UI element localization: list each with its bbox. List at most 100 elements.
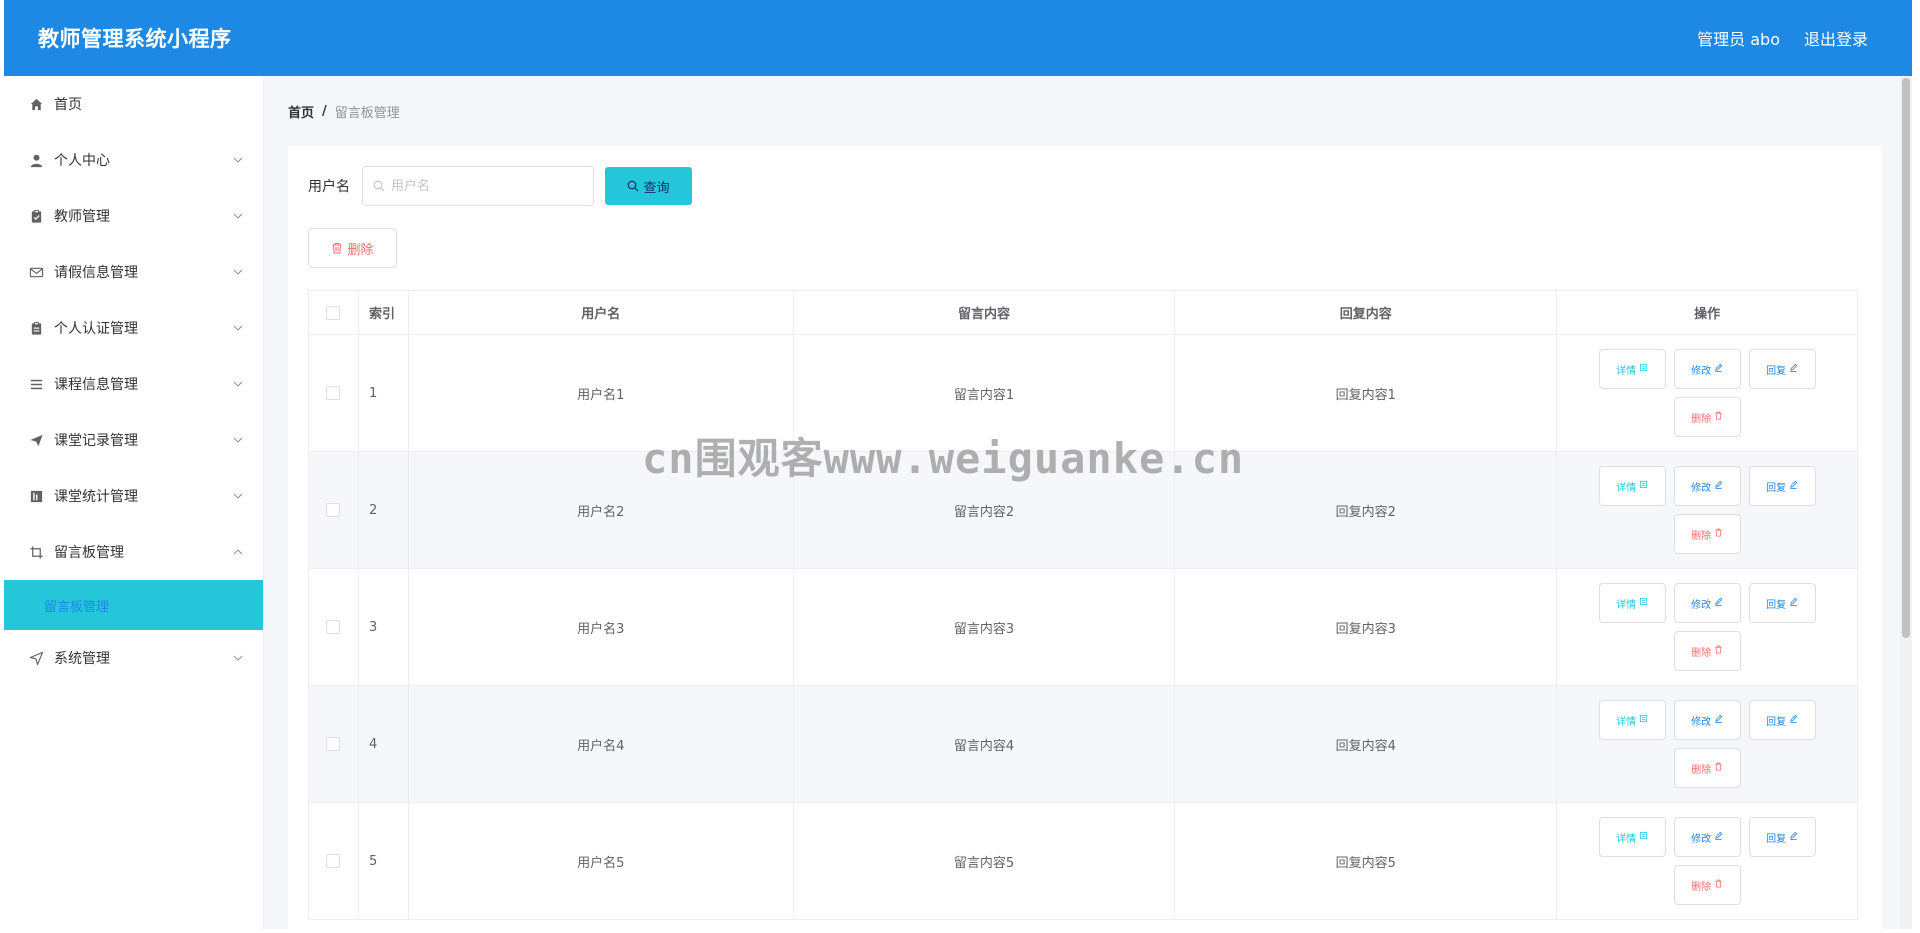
- navigation-icon: [28, 650, 44, 666]
- select-all-checkbox[interactable]: [326, 305, 341, 320]
- id-card-icon: [28, 320, 44, 336]
- crop-icon: [28, 544, 44, 560]
- delete-button[interactable]: 删除: [1673, 748, 1741, 788]
- reply-button[interactable]: 回复: [1748, 349, 1816, 389]
- sidebar: 首页 个人中心 教师管理 请假信息管理 个人认证管理 课程信息管理 课堂记录管理…: [4, 76, 264, 929]
- sidebar-item-leave[interactable]: 请假信息管理: [4, 244, 263, 300]
- message-table: 索引 用户名 留言内容 回复内容 操作 1 用户名1 留言内容1 回复内容1 详情 修改回…: [308, 290, 1858, 920]
- edit-label: 修改: [1691, 599, 1712, 611]
- top-header: 教师管理系统小程序 管理员 abo 退出登录: [4, 0, 1912, 76]
- row-checkbox-cell: [309, 569, 359, 685]
- sidebar-item-label: 个人中心: [54, 153, 110, 169]
- sidebar-item-label: 留言板管理: [54, 545, 124, 561]
- edit-icon: [1789, 480, 1798, 492]
- sidebar-item-certification[interactable]: 个人认证管理: [4, 300, 263, 356]
- detail-button[interactable]: 详情: [1598, 466, 1666, 506]
- reply-label: 回复: [1766, 482, 1787, 494]
- delete-button[interactable]: 删除: [1673, 865, 1741, 905]
- row-actions: 详情 修改 回复删除: [1592, 466, 1822, 554]
- row-actions: 详情 修改 回复 删除: [1592, 817, 1822, 905]
- header-username: 用户名: [409, 291, 794, 334]
- chevron-down-icon: [233, 437, 243, 443]
- mail-icon: [28, 264, 44, 280]
- delete-button[interactable]: 删除: [1673, 514, 1741, 554]
- reply-label: 回复: [1766, 599, 1787, 611]
- query-button-label: 查询: [643, 179, 670, 195]
- reply-button[interactable]: 回复: [1748, 700, 1816, 740]
- chevron-down-icon: [233, 213, 243, 219]
- edit-button[interactable]: 修改: [1673, 466, 1741, 506]
- delete-button[interactable]: 删除: [1673, 397, 1741, 437]
- document-icon: [1639, 363, 1648, 375]
- cell-reply: 回复内容1: [1175, 335, 1558, 451]
- chevron-down-icon: [233, 157, 243, 163]
- edit-icon: [1789, 597, 1798, 609]
- edit-icon: [1714, 831, 1723, 843]
- detail-button[interactable]: 详情: [1598, 349, 1666, 389]
- sidebar-item-label: 课堂记录管理: [54, 433, 138, 449]
- submenu-item-message-board[interactable]: 留言板管理: [4, 580, 263, 630]
- row-checkbox[interactable]: [326, 854, 341, 868]
- sidebar-item-personal-center[interactable]: 个人中心: [4, 132, 263, 188]
- detail-label: 详情: [1616, 599, 1637, 611]
- page-scrollbar[interactable]: [1900, 76, 1912, 929]
- row-checkbox[interactable]: [326, 620, 341, 634]
- content-card: 用户名 查询 删除 索引 用户名: [288, 146, 1882, 929]
- breadcrumb-separator: /: [322, 104, 327, 119]
- search-input[interactable]: [391, 178, 571, 194]
- query-button[interactable]: 查询: [605, 167, 692, 205]
- edit-button[interactable]: 修改: [1673, 583, 1741, 623]
- cell-message: 留言内容5: [794, 803, 1176, 919]
- trash-icon: [1714, 879, 1723, 891]
- detail-button[interactable]: 详情: [1598, 817, 1666, 857]
- row-checkbox[interactable]: [326, 737, 341, 751]
- delete-button[interactable]: 删除: [1673, 631, 1741, 671]
- home-icon: [28, 96, 44, 112]
- app-window: 教师管理系统小程序 管理员 abo 退出登录 首页 个人中心 教师管理 请假信息…: [4, 0, 1912, 929]
- header-index: 索引: [359, 291, 409, 334]
- row-checkbox-cell: [309, 686, 359, 802]
- trash-icon: [1714, 411, 1723, 423]
- batch-delete-button[interactable]: 删除: [308, 228, 397, 268]
- edit-icon: [1789, 363, 1798, 375]
- search-input-wrapper[interactable]: [362, 166, 594, 206]
- document-icon: [1639, 480, 1648, 492]
- search-icon: [373, 180, 385, 192]
- sidebar-item-teacher[interactable]: 教师管理: [4, 188, 263, 244]
- edit-button[interactable]: 修改: [1673, 817, 1741, 857]
- batch-delete-label: 删除: [347, 241, 374, 257]
- scrollbar-thumb[interactable]: [1902, 78, 1910, 638]
- chevron-down-icon: [233, 493, 243, 499]
- sidebar-item-class-record[interactable]: 课堂记录管理: [4, 412, 263, 468]
- reply-button[interactable]: 回复: [1748, 583, 1816, 623]
- chevron-down-icon: [233, 269, 243, 275]
- detail-button[interactable]: 详情: [1598, 700, 1666, 740]
- sidebar-item-label: 请假信息管理: [54, 265, 138, 281]
- reply-button[interactable]: 回复: [1748, 817, 1816, 857]
- cell-username: 用户名1: [409, 335, 794, 451]
- row-checkbox-cell: [309, 803, 359, 919]
- detail-button[interactable]: 详情: [1598, 583, 1666, 623]
- delete-label: 删除: [1691, 530, 1712, 542]
- edit-button[interactable]: 修改: [1673, 700, 1741, 740]
- edit-button[interactable]: 修改: [1673, 349, 1741, 389]
- search-label: 用户名: [308, 179, 350, 195]
- sidebar-item-course[interactable]: 课程信息管理: [4, 356, 263, 412]
- chevron-down-icon: [233, 655, 243, 661]
- breadcrumb-home[interactable]: 首页: [288, 102, 314, 121]
- sidebar-item-label: 个人认证管理: [54, 321, 138, 337]
- sidebar-item-class-stats[interactable]: 课堂统计管理: [4, 468, 263, 524]
- row-checkbox[interactable]: [326, 503, 341, 517]
- sidebar-item-message-board[interactable]: 留言板管理: [4, 524, 263, 580]
- chevron-down-icon: [233, 381, 243, 387]
- row-checkbox[interactable]: [326, 386, 341, 400]
- edit-icon: [1789, 714, 1798, 726]
- sidebar-item-home[interactable]: 首页: [4, 76, 263, 132]
- cell-index: 3: [359, 569, 409, 685]
- edit-label: 修改: [1691, 716, 1712, 728]
- sidebar-item-system[interactable]: 系统管理: [4, 630, 263, 686]
- current-user-label: 管理员 abo: [1697, 30, 1780, 49]
- logout-button[interactable]: 退出登录: [1804, 26, 1868, 50]
- reply-button[interactable]: 回复: [1748, 466, 1816, 506]
- sidebar-item-label: 教师管理: [54, 209, 110, 225]
